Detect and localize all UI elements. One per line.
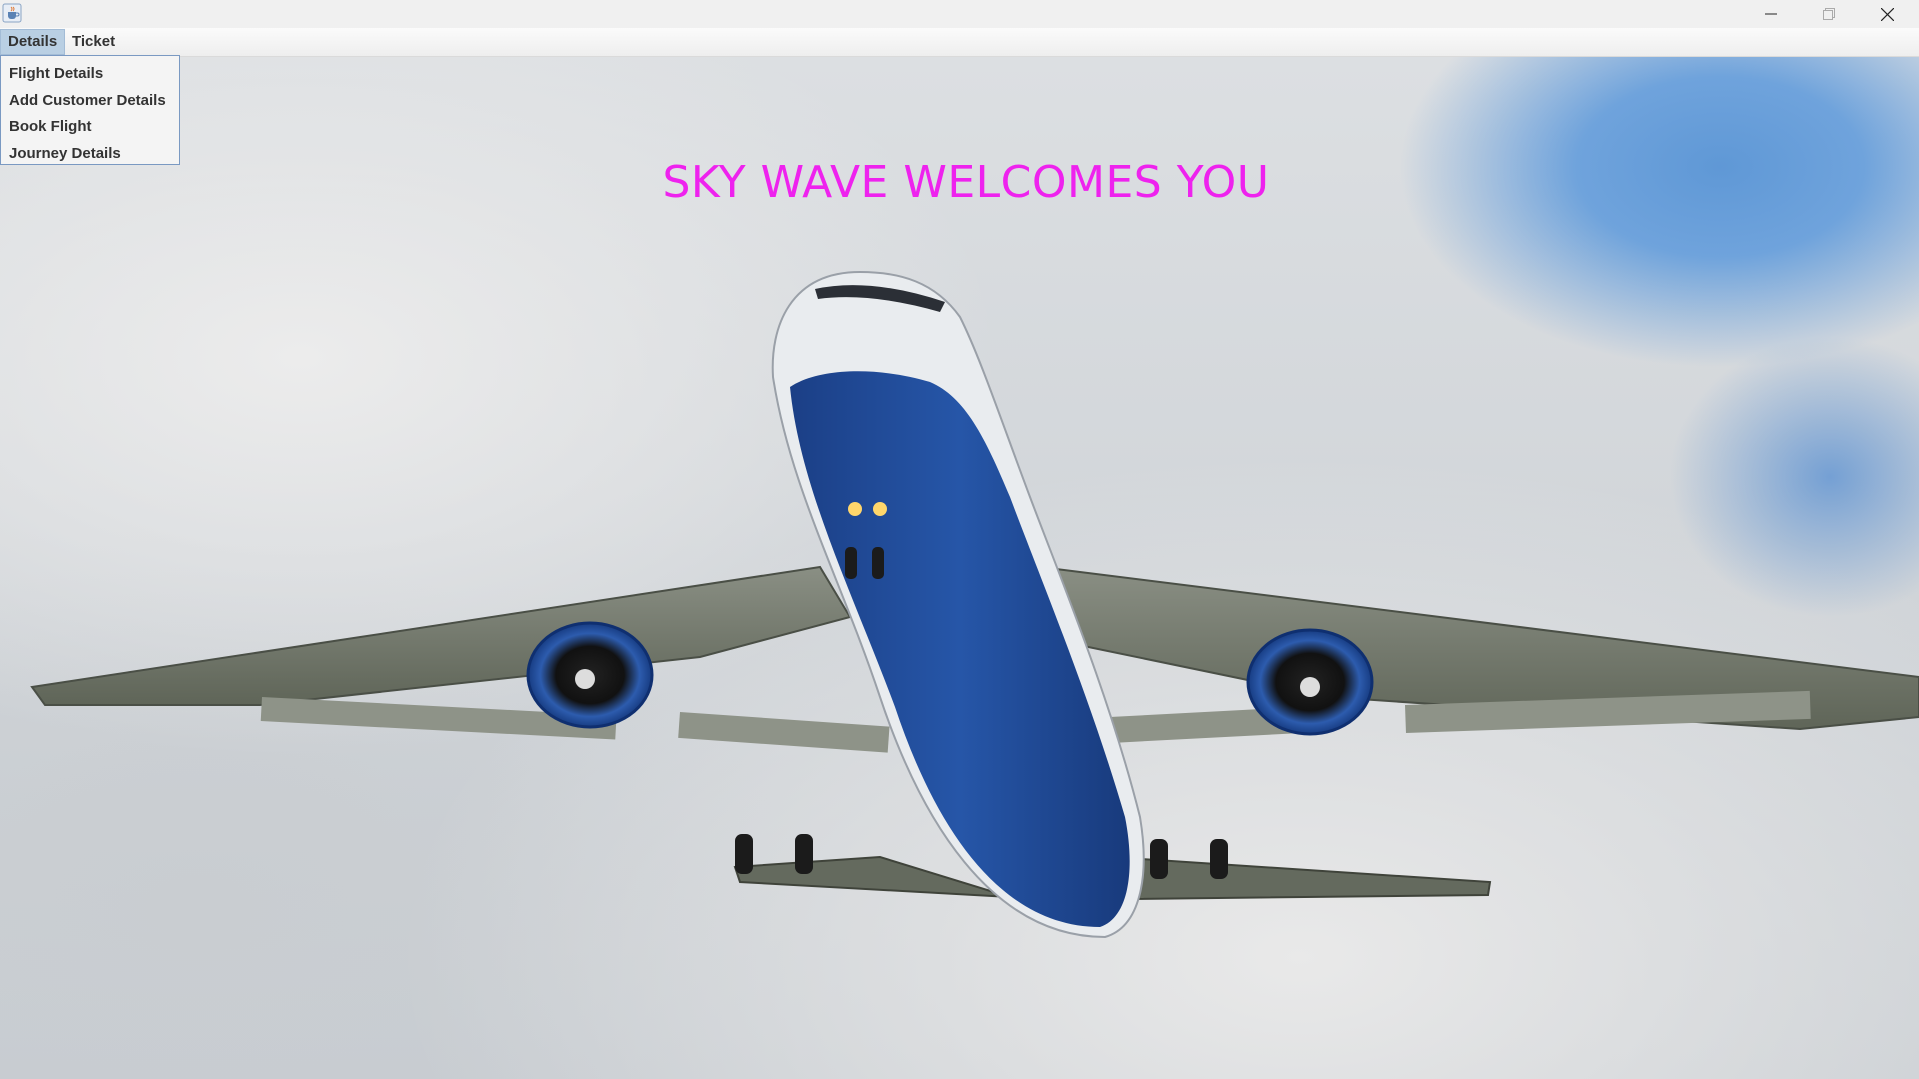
- minimize-icon: [1765, 13, 1777, 15]
- menu-item-book-flight[interactable]: Book Flight: [1, 114, 179, 141]
- menu-item-journey-details[interactable]: Journey Details: [1, 141, 179, 168]
- details-dropdown-menu: Flight Details Add Customer Details Book…: [0, 55, 180, 165]
- menu-item-add-customer-details[interactable]: Add Customer Details: [1, 88, 179, 115]
- menu-item-flight-details[interactable]: Flight Details: [1, 61, 179, 88]
- maximize-button[interactable]: [1800, 0, 1858, 28]
- minimize-button[interactable]: [1742, 0, 1800, 28]
- java-cup-icon[interactable]: [2, 3, 22, 23]
- menu-details[interactable]: Details: [0, 29, 66, 55]
- close-button[interactable]: [1858, 0, 1916, 28]
- main-content: SKY WAVE WELCOMES YOU: [0, 57, 1919, 1079]
- airplane-background-image: [30, 270, 1919, 939]
- welcome-heading: SKY WAVE WELCOMES YOU: [662, 157, 1270, 208]
- menu-ticket[interactable]: Ticket: [65, 30, 122, 54]
- close-icon: [1880, 7, 1894, 21]
- window-title-bar: [0, 0, 1919, 28]
- menu-bar: Details Ticket: [0, 28, 1919, 57]
- maximize-icon: [1823, 8, 1835, 20]
